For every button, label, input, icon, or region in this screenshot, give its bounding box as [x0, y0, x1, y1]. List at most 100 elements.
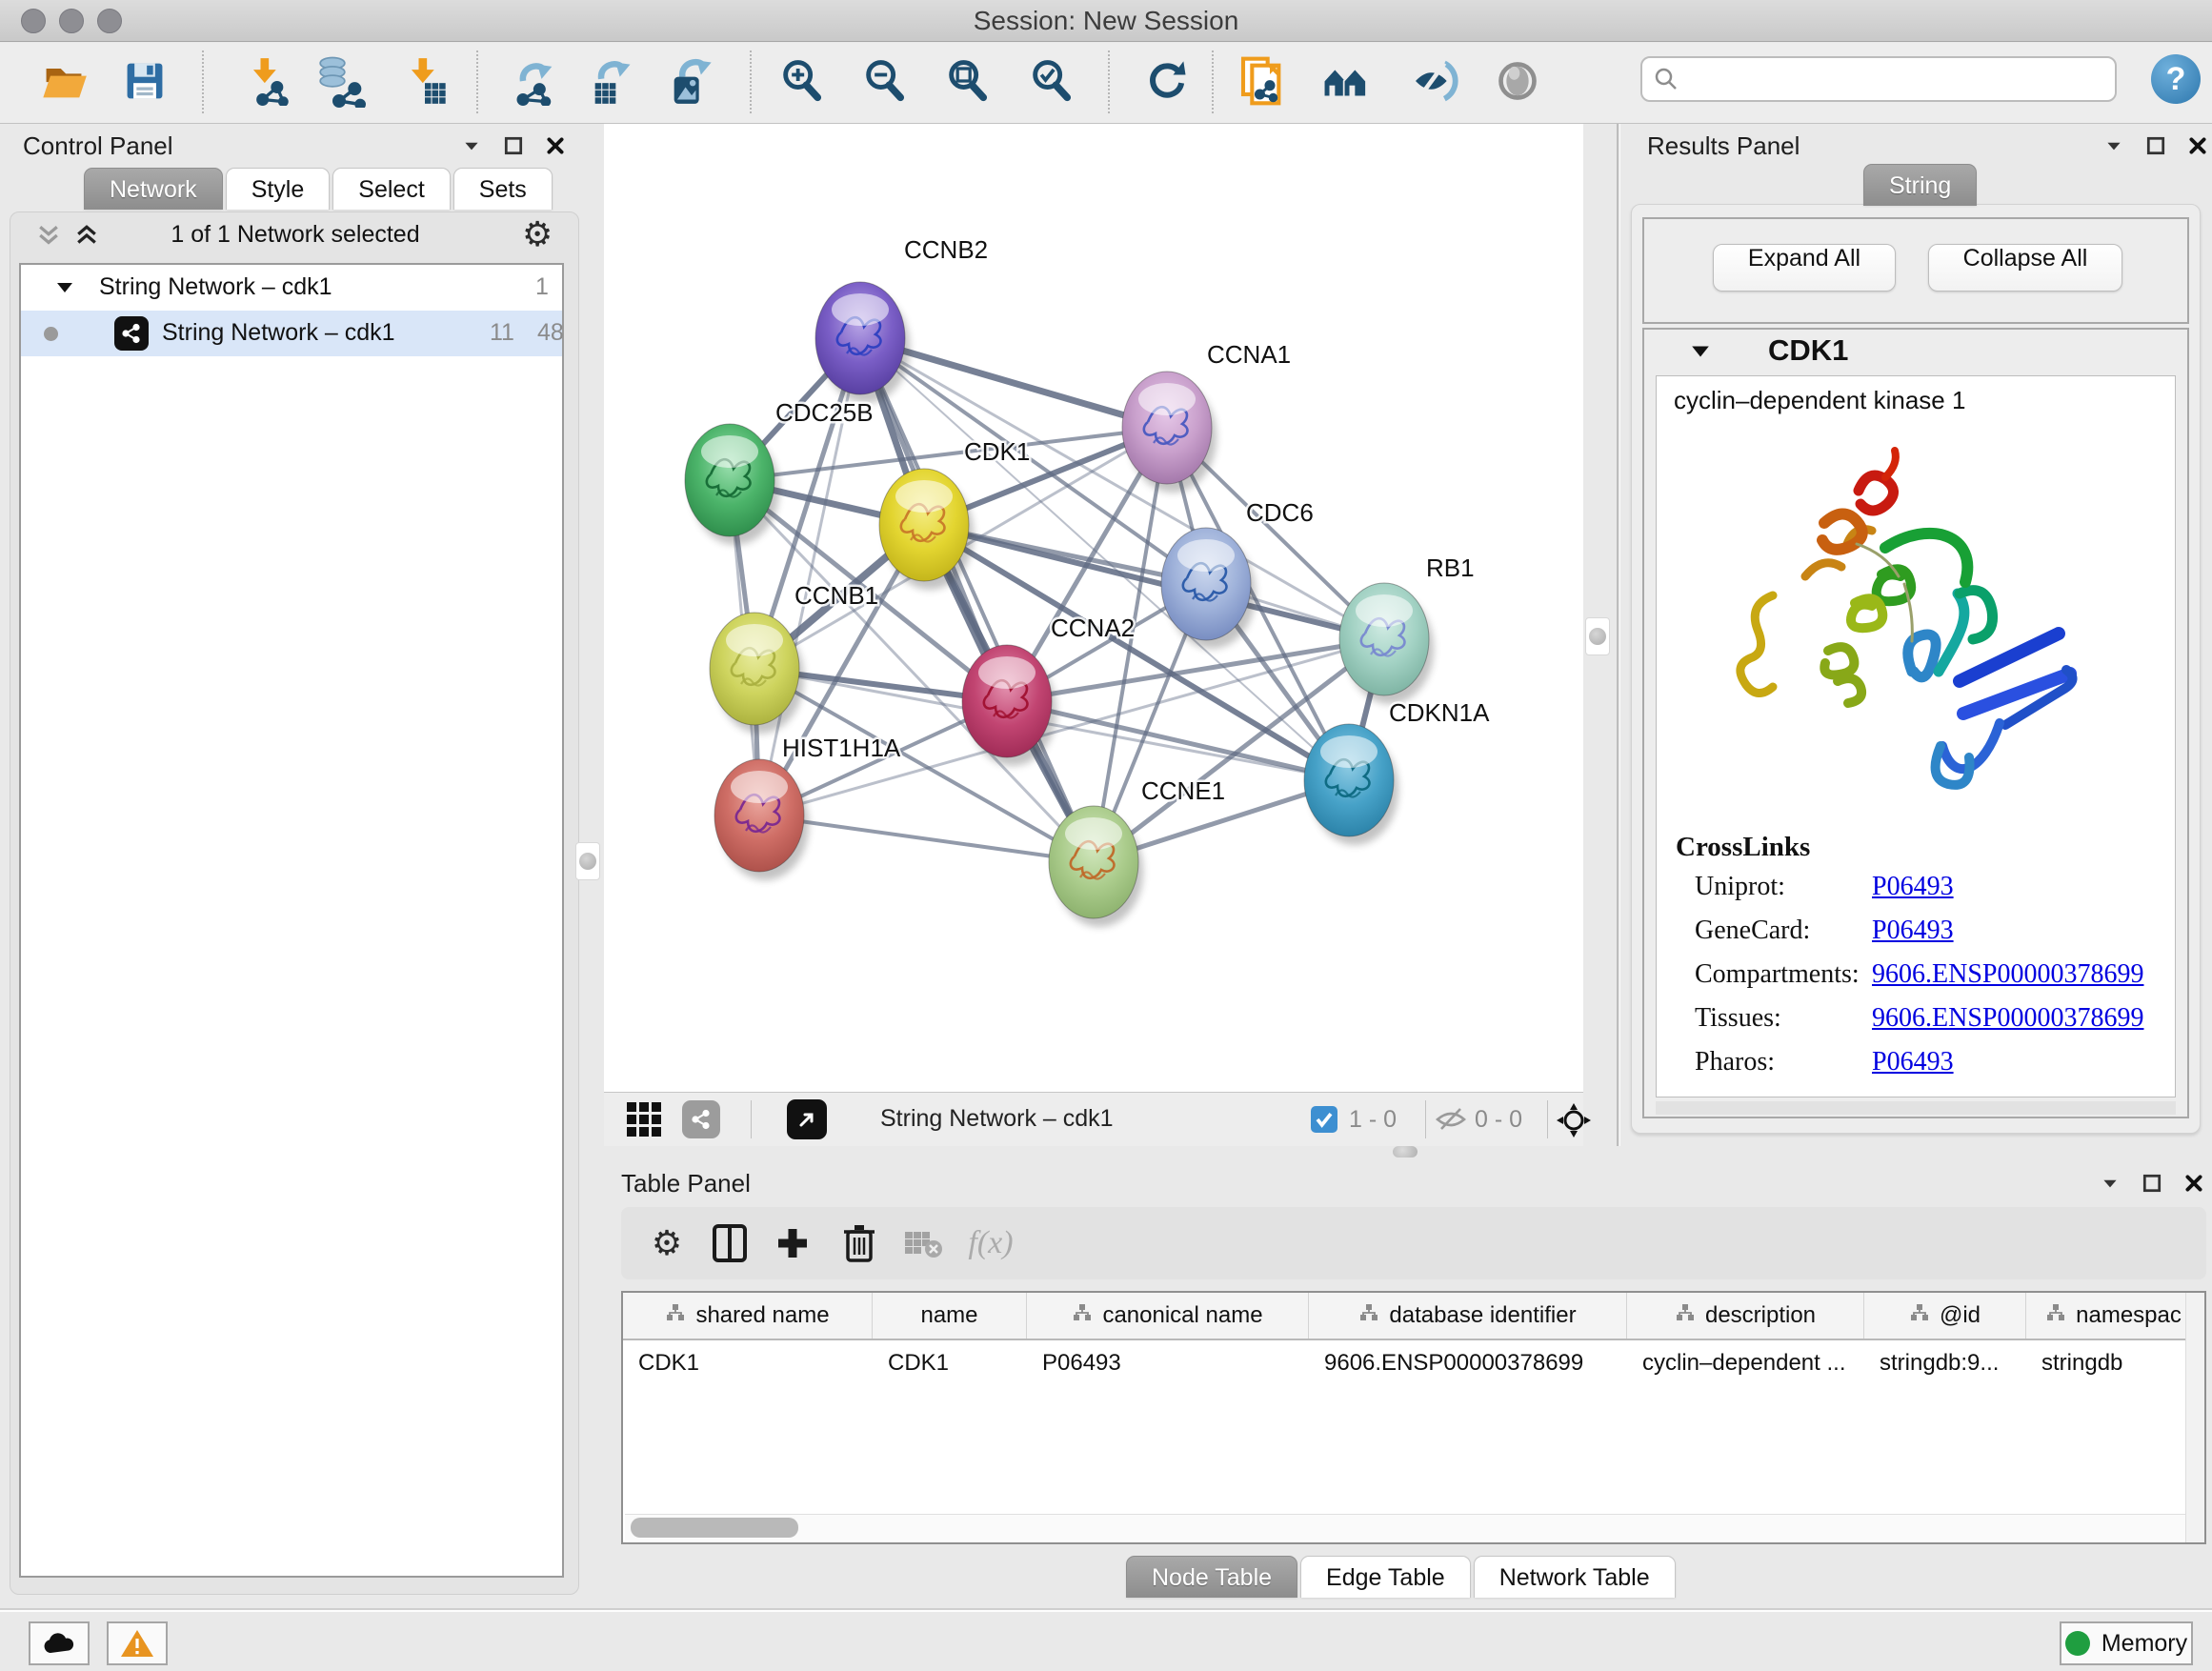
- scrollbar-thumb[interactable]: [631, 1518, 798, 1538]
- tab-network-table[interactable]: Network Table: [1474, 1556, 1676, 1598]
- refresh-view-icon[interactable]: [1138, 47, 1196, 115]
- left-splitter[interactable]: [591, 124, 604, 1146]
- function-builder-icon[interactable]: f(x): [964, 1217, 1017, 1270]
- expand-all-networks-icon[interactable]: [72, 221, 101, 254]
- table-cell[interactable]: cyclin–dependent ...: [1627, 1340, 1864, 1386]
- node-CDKN1A[interactable]: CDKN1A: [1304, 698, 1490, 845]
- expand-all-button[interactable]: Expand All: [1713, 244, 1896, 292]
- zoom-in-icon[interactable]: [774, 47, 831, 115]
- column-header-database-identifier[interactable]: database identifier: [1309, 1293, 1627, 1339]
- node-CCNA1[interactable]: CCNA1: [1122, 340, 1291, 493]
- import-table-icon[interactable]: [396, 47, 453, 115]
- network-options-gear-icon[interactable]: ⚙: [522, 217, 553, 252]
- search-field[interactable]: [1680, 66, 2105, 92]
- export-network-icon[interactable]: [507, 47, 564, 115]
- network-overview-icon[interactable]: [1317, 47, 1375, 115]
- column-header-shared-name[interactable]: shared name: [623, 1293, 873, 1339]
- table-vertical-scrollbar[interactable]: [2185, 1293, 2204, 1542]
- node-CCNB2[interactable]: CCNB2: [815, 235, 988, 403]
- node-CDC25B[interactable]: CDC25B: [685, 398, 874, 545]
- export-image-icon[interactable]: [662, 47, 719, 115]
- clone-network-icon[interactable]: [1235, 47, 1292, 115]
- tab-sets[interactable]: Sets: [453, 168, 553, 210]
- zoom-fit-icon[interactable]: [939, 47, 996, 115]
- zoom-out-icon[interactable]: [856, 47, 914, 115]
- table-row[interactable]: CDK1CDK1P064939606.ENSP00000378699cyclin…: [623, 1340, 2204, 1386]
- panel-menu-icon[interactable]: [2100, 1173, 2121, 1194]
- table-cell[interactable]: P06493: [1027, 1340, 1309, 1386]
- tab-select[interactable]: Select: [332, 168, 450, 210]
- graphics-detail-eye-icon[interactable]: [1489, 47, 1546, 115]
- help-button[interactable]: ?: [2151, 54, 2201, 104]
- panel-close-icon[interactable]: [2187, 135, 2208, 156]
- crosslink-link[interactable]: P06493: [1872, 1047, 1954, 1077]
- table-horizontal-scrollbar[interactable]: [625, 1514, 2187, 1540]
- column-header--id[interactable]: @id: [1864, 1293, 2026, 1339]
- create-column-icon[interactable]: [766, 1217, 819, 1270]
- zoom-selected-icon[interactable]: [1023, 47, 1080, 115]
- table-cell[interactable]: 9606.ENSP00000378699: [1309, 1340, 1627, 1386]
- tab-style[interactable]: Style: [226, 168, 331, 210]
- panel-close-icon[interactable]: [545, 135, 566, 156]
- show-columns-icon[interactable]: [703, 1217, 756, 1270]
- selected-nodes-checkbox[interactable]: [1311, 1106, 1337, 1133]
- panel-close-icon[interactable]: [2183, 1173, 2204, 1194]
- network-row[interactable]: String Network – cdk1 11 48: [21, 311, 562, 356]
- panel-float-icon[interactable]: [2145, 135, 2166, 156]
- collapse-all-button[interactable]: Collapse All: [1928, 244, 2122, 292]
- node-table[interactable]: shared namenamecanonical namedatabase id…: [621, 1291, 2206, 1544]
- column-header-description[interactable]: description: [1627, 1293, 1864, 1339]
- network-canvas[interactable]: CCNB2CCNA1CDC25BCDK1CDC6RB1CCNB1CCNA2CDK…: [604, 124, 1583, 1092]
- node-CCNB1[interactable]: CCNB1: [710, 581, 878, 734]
- warning-button[interactable]: [107, 1621, 168, 1665]
- crosslink-link[interactable]: P06493: [1872, 916, 1954, 946]
- delete-table-icon[interactable]: [897, 1217, 951, 1270]
- node-CCNA2[interactable]: CCNA2: [962, 614, 1135, 766]
- node-CCNE1[interactable]: CCNE1: [1049, 776, 1225, 927]
- tab-node-table[interactable]: Node Table: [1126, 1556, 1297, 1598]
- crosslink-link[interactable]: P06493: [1872, 872, 1954, 902]
- open-in-window-icon[interactable]: [787, 1099, 827, 1139]
- panel-float-icon[interactable]: [2142, 1173, 2162, 1194]
- table-cell[interactable]: CDK1: [873, 1340, 1027, 1386]
- panel-float-icon[interactable]: [503, 135, 524, 156]
- crosslink-link[interactable]: 9606.ENSP00000378699: [1872, 959, 2143, 990]
- panel-menu-icon[interactable]: [461, 135, 482, 156]
- entry-collapse-icon[interactable]: [1690, 343, 1711, 360]
- delete-column-trash-icon[interactable]: [833, 1217, 886, 1270]
- export-table-icon[interactable]: [583, 47, 640, 115]
- entry-scrollbar-strip[interactable]: [1656, 1101, 2176, 1115]
- save-session-icon[interactable]: [116, 47, 173, 115]
- import-network-icon[interactable]: [238, 47, 295, 115]
- open-session-icon[interactable]: [35, 47, 92, 115]
- crosslink-link[interactable]: 9606.ENSP00000378699: [1872, 1003, 2143, 1034]
- table-options-gear-icon[interactable]: ⚙: [640, 1217, 694, 1270]
- edge-HIST1H1A-CCNE1[interactable]: [759, 815, 1094, 862]
- fit-selected-crosshair-icon[interactable]: [1555, 1101, 1593, 1144]
- tab-network[interactable]: Network: [84, 168, 223, 210]
- table-cell[interactable]: CDK1: [623, 1340, 873, 1386]
- node-CDC6[interactable]: CDC6: [1161, 498, 1314, 649]
- edge-CDK1-RB1[interactable]: [924, 525, 1384, 639]
- memory-button[interactable]: Memory: [2060, 1621, 2193, 1665]
- table-cell[interactable]: stringdb: [2026, 1340, 2202, 1386]
- left-splitter-handle[interactable]: [575, 842, 600, 880]
- table-cell[interactable]: stringdb:9...: [1864, 1340, 2026, 1386]
- import-database-icon[interactable]: [311, 47, 368, 115]
- panel-menu-icon[interactable]: [2103, 135, 2124, 156]
- collection-expand-icon[interactable]: [55, 280, 74, 295]
- horizontal-splitter-handle[interactable]: [1393, 1146, 1418, 1158]
- column-header-namespac[interactable]: namespac: [2026, 1293, 2202, 1339]
- node-HIST1H1A[interactable]: HIST1H1A: [714, 734, 901, 880]
- tab-edge-table[interactable]: Edge Table: [1300, 1556, 1471, 1598]
- column-header-canonical-name[interactable]: canonical name: [1027, 1293, 1309, 1339]
- right-splitter-handle[interactable]: [1585, 617, 1610, 655]
- search-input[interactable]: [1640, 56, 2117, 102]
- network-graph[interactable]: CCNB2CCNA1CDC25BCDK1CDC6RB1CCNB1CCNA2CDK…: [604, 124, 1583, 1092]
- hide-panel-eye-icon[interactable]: [1407, 47, 1464, 115]
- tab-string[interactable]: String: [1863, 164, 1977, 206]
- collapse-all-networks-icon[interactable]: [34, 221, 63, 254]
- birdseye-grid-icon[interactable]: [627, 1102, 661, 1137]
- node-RB1[interactable]: RB1: [1339, 554, 1475, 704]
- edge-CCNB2-CCNE1[interactable]: [860, 338, 1094, 862]
